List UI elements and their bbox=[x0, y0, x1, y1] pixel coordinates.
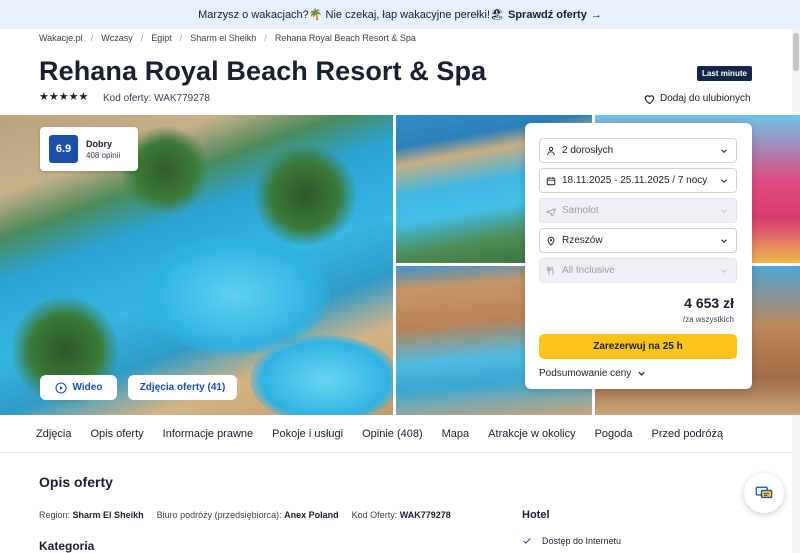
location-pin-icon bbox=[547, 236, 555, 246]
meta-value: Anex Poland bbox=[284, 510, 339, 520]
tab-photos[interactable]: Zdjęcia bbox=[36, 428, 71, 440]
chevron-down-icon bbox=[721, 179, 727, 184]
category-heading: Kategoria bbox=[39, 539, 95, 553]
video-label: Wideo bbox=[72, 382, 103, 393]
rating-count: 408 opinii bbox=[86, 150, 121, 160]
booking-panel: 2 dorosłych 18.11.2025 - 25.11.2025 / 7 … bbox=[525, 123, 752, 389]
dates-value: 18.11.2025 - 25.11.2025 / 7 nocy bbox=[562, 175, 708, 186]
favorite-label: Dodaj do ulubionych bbox=[660, 93, 751, 104]
rating-score: 6.9 bbox=[49, 135, 78, 163]
breadcrumb-item[interactable]: Sharm el Sheikh bbox=[190, 33, 256, 43]
photo-detail bbox=[250, 145, 360, 245]
calendar-icon bbox=[546, 176, 556, 185]
check-icon bbox=[523, 538, 531, 544]
offer-code: Kod oferty: WAK779278 bbox=[103, 93, 210, 104]
guests-value: 2 dorosłych bbox=[562, 145, 614, 156]
book-button[interactable]: Zarezerwuj na 25 h bbox=[539, 334, 737, 359]
chevron-down-icon bbox=[721, 269, 727, 274]
breadcrumb-separator: / bbox=[179, 33, 183, 43]
tab-map[interactable]: Mapa bbox=[442, 428, 470, 440]
meta-operator: Biuro podróży (przedsiębiorca): Anex Pol… bbox=[157, 510, 339, 520]
chevron-down-icon bbox=[721, 239, 727, 244]
departure-value: Rzeszów bbox=[562, 235, 603, 246]
offer-meta: Region: Sharm El Sheikh Biuro podróży (p… bbox=[39, 510, 451, 520]
tab-legal[interactable]: Informacje prawne bbox=[163, 428, 254, 440]
section-tabs: Zdjęcia Opis oferty Informacje prawne Po… bbox=[0, 415, 792, 453]
chat-button[interactable] bbox=[744, 473, 784, 513]
breadcrumb-item[interactable]: Wakacje.pl bbox=[39, 33, 83, 43]
breadcrumb-separator: / bbox=[140, 33, 144, 43]
meta-label: Kod Oferty: bbox=[351, 510, 398, 520]
tab-weather[interactable]: Pogoda bbox=[595, 428, 633, 440]
page-title: Rehana Royal Beach Resort & Spa bbox=[39, 56, 487, 86]
promo-banner[interactable]: Marzysz o wakacjach?🌴 Nie czekaj, łap wa… bbox=[0, 0, 800, 29]
dates-select[interactable]: 18.11.2025 - 25.11.2025 / 7 nocy bbox=[539, 168, 737, 193]
meta-code: Kod Oferty: WAK779278 bbox=[352, 510, 451, 520]
play-icon bbox=[54, 381, 67, 394]
meta-value: Sharm El Sheikh bbox=[72, 510, 144, 520]
price-total: 4 653 zł bbox=[684, 295, 734, 311]
price-summary-toggle[interactable]: Podsumowanie ceny bbox=[539, 368, 647, 379]
hotel-features-title: Hotel bbox=[522, 509, 550, 521]
meta-value: WAK779278 bbox=[399, 510, 451, 520]
heart-icon bbox=[644, 94, 655, 104]
cutlery-icon bbox=[547, 265, 554, 275]
breadcrumb-item[interactable]: Rehana Royal Beach Resort & Spa bbox=[275, 33, 416, 43]
transport-value: Samolot bbox=[562, 205, 599, 216]
transport-select[interactable]: Samolot bbox=[539, 198, 737, 223]
summary-label: Podsumowanie ceny bbox=[539, 368, 632, 379]
meta-label: Region: bbox=[39, 510, 71, 520]
board-select[interactable]: All Inclusive bbox=[539, 258, 737, 283]
photos-button[interactable]: Zdjęcia oferty (41) bbox=[128, 375, 237, 400]
add-favorite-button[interactable]: Dodaj do ulubionych bbox=[644, 93, 751, 104]
meta-region: Region: Sharm El Sheikh bbox=[39, 510, 144, 520]
photo-detail bbox=[250, 335, 393, 415]
guests-select[interactable]: 2 dorosłych bbox=[539, 138, 737, 163]
chevron-down-icon bbox=[721, 149, 727, 154]
breadcrumb-item[interactable]: Egipt bbox=[151, 33, 172, 43]
last-minute-badge: Last minute bbox=[697, 66, 752, 81]
chevron-down-icon bbox=[721, 209, 727, 214]
departure-select[interactable]: Rzeszów bbox=[539, 228, 737, 253]
breadcrumb-separator: / bbox=[264, 33, 267, 43]
rating-text: Dobry 408 opinii bbox=[86, 139, 120, 160]
promo-text: Marzysz o wakacjach?🌴 Nie czekaj, łap wa… bbox=[198, 9, 504, 21]
breadcrumb: Wakacje.pl / Wczasy / Egipt / Sharm el S… bbox=[39, 33, 416, 43]
scrollbar-thumb[interactable] bbox=[793, 33, 799, 71]
rating-label: Dobry bbox=[86, 138, 113, 149]
rating-box[interactable]: 6.9 Dobry 408 opinii bbox=[40, 127, 138, 171]
tab-reviews[interactable]: Opinie (408) bbox=[362, 428, 423, 440]
breadcrumb-item[interactable]: Wczasy bbox=[101, 33, 133, 43]
arrow-right-icon: → bbox=[590, 8, 602, 21]
breadcrumb-separator: / bbox=[90, 33, 94, 43]
hotel-feature-item: Dostęp do Internetu bbox=[522, 536, 621, 546]
person-icon bbox=[547, 146, 555, 155]
chevron-down-icon bbox=[638, 371, 645, 376]
tab-attractions[interactable]: Atrakcje w okolicy bbox=[488, 428, 575, 440]
chat-icon bbox=[755, 486, 773, 499]
hotel-feature-label: Dostęp do Internetu bbox=[542, 536, 622, 546]
tab-before-trip[interactable]: Przed podróżą bbox=[652, 428, 724, 440]
meta-label: Biuro podróży (przedsiębiorca): bbox=[156, 510, 282, 520]
description-title: Opis oferty bbox=[39, 474, 113, 490]
board-value: All Inclusive bbox=[562, 265, 615, 276]
tab-rooms[interactable]: Pokoje i usługi bbox=[272, 428, 343, 440]
star-icon: ★★★★★ bbox=[39, 91, 89, 103]
hotel-stars: ★★★★★ bbox=[39, 92, 88, 103]
video-button[interactable]: Wideo bbox=[40, 375, 117, 400]
plane-icon bbox=[546, 207, 556, 216]
price-note: /za wszystkich bbox=[682, 315, 734, 324]
tab-description[interactable]: Opis oferty bbox=[90, 428, 143, 440]
promo-cta[interactable]: Sprawdź oferty bbox=[508, 9, 587, 21]
